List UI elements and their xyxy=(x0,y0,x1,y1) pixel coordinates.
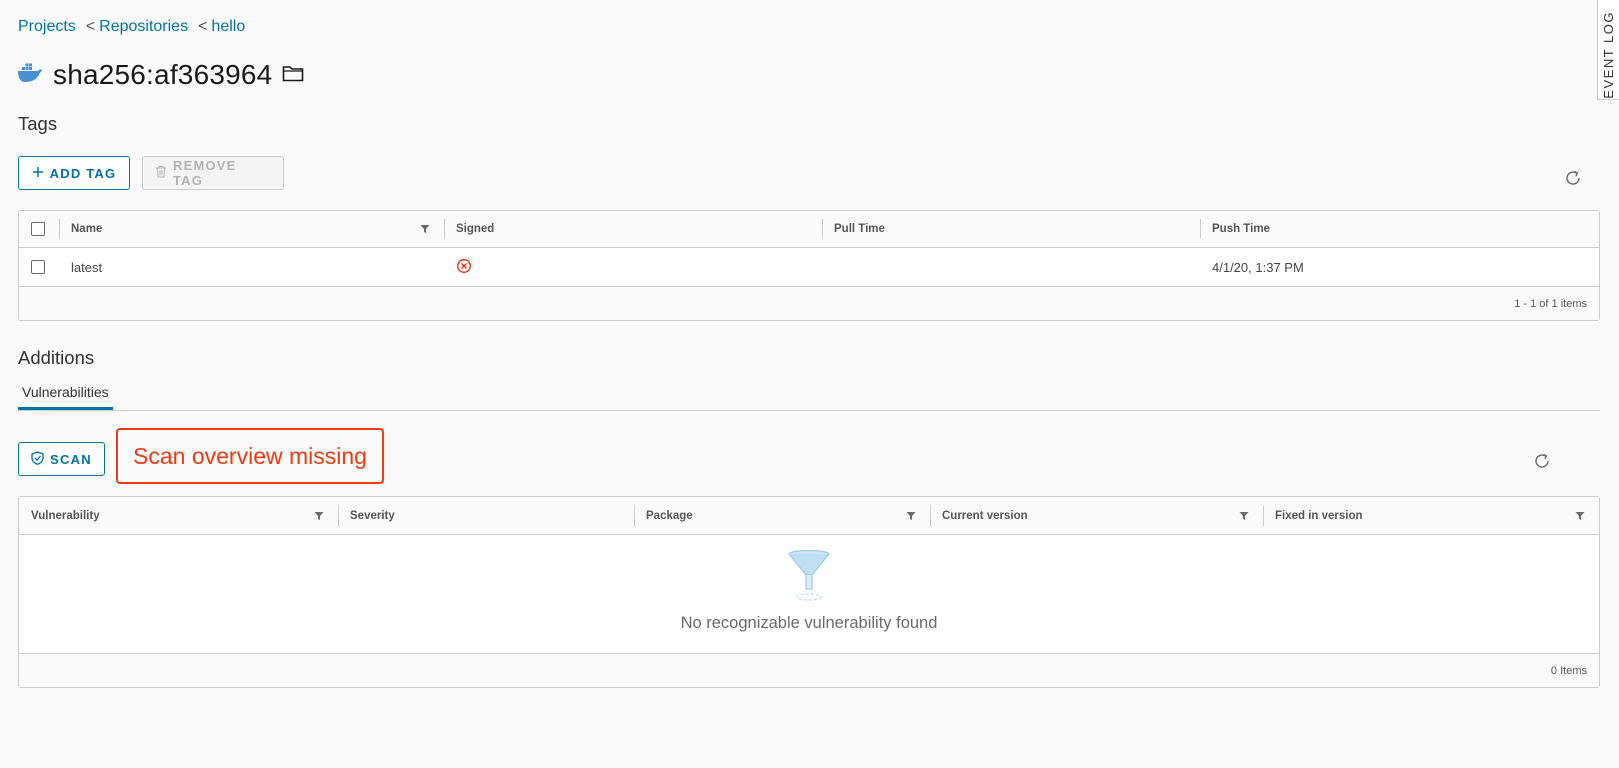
page-title: sha256:af363964 xyxy=(53,59,273,90)
row-select-cell xyxy=(19,248,59,286)
column-vulnerability[interactable]: Vulnerability xyxy=(19,497,338,534)
remove-tag-label: REMOVE TAG xyxy=(173,158,237,188)
breadcrumb-repositories-link[interactable]: Repositories xyxy=(99,18,188,36)
column-fixed-in-version-label: Fixed in version xyxy=(1275,509,1363,522)
scan-button[interactable]: SCAN xyxy=(18,442,105,476)
tag-name-cell: latest xyxy=(59,248,444,286)
breadcrumb-repo-link[interactable]: hello xyxy=(211,18,245,36)
tags-header-row: Name Signed Pull Time Push Time xyxy=(19,211,1599,248)
empty-funnel-icon xyxy=(786,549,832,608)
column-pull-time[interactable]: Pull Time xyxy=(822,211,1200,247)
tags-footer: 1 - 1 of 1 items xyxy=(19,287,1599,320)
tag-name: latest xyxy=(71,259,103,275)
additions-tabs: Vulnerabilities xyxy=(18,384,1600,411)
empty-placeholder: No recognizable vulnerability found xyxy=(19,535,1599,654)
folder-icon[interactable] xyxy=(282,64,304,87)
filter-icon[interactable] xyxy=(1239,511,1249,521)
column-package[interactable]: Package xyxy=(634,497,930,534)
filter-icon[interactable] xyxy=(1575,511,1585,521)
event-log-label: EVENT LOG xyxy=(1601,11,1616,99)
breadcrumb-separator: < xyxy=(198,18,208,35)
tags-heading: Tags xyxy=(18,113,58,134)
add-tag-label: ADD TAG xyxy=(49,165,117,181)
filter-icon[interactable] xyxy=(420,224,430,234)
tags-item-count: 1 - 1 of 1 items xyxy=(1514,297,1587,310)
signed-cell xyxy=(444,248,822,286)
plus-icon xyxy=(32,166,44,181)
artifact-header: sha256:af363964 xyxy=(17,59,304,91)
vulnerabilities-header-row: Vulnerability Severity Package Current v… xyxy=(19,497,1599,535)
vulnerabilities-item-count: 0 Items xyxy=(1550,664,1587,677)
filter-icon[interactable] xyxy=(906,511,916,521)
column-name-label: Name xyxy=(71,223,103,235)
event-log-tab[interactable]: EVENT LOG xyxy=(1597,0,1619,100)
not-signed-icon xyxy=(456,258,472,277)
column-current-version[interactable]: Current version xyxy=(930,497,1263,534)
column-severity[interactable]: Severity xyxy=(338,497,634,534)
column-severity-label: Severity xyxy=(350,509,395,522)
column-fixed-in-version[interactable]: Fixed in version xyxy=(1263,497,1599,534)
select-all-checkbox[interactable] xyxy=(31,222,45,236)
tab-vulnerabilities[interactable]: Vulnerabilities xyxy=(18,384,113,410)
shield-icon xyxy=(31,450,44,468)
column-signed[interactable]: Signed xyxy=(444,211,822,247)
column-push-time-label: Push Time xyxy=(1212,223,1270,235)
breadcrumb: Projects < Repositories < hello xyxy=(18,18,245,36)
refresh-tags-icon[interactable] xyxy=(1564,169,1582,187)
pull-time-cell xyxy=(822,248,1200,286)
vulnerabilities-footer: 0 Items xyxy=(19,654,1599,687)
breadcrumb-projects-link[interactable]: Projects xyxy=(18,18,76,36)
column-pull-time-label: Pull Time xyxy=(834,223,885,235)
tab-vulnerabilities-label: Vulnerabilities xyxy=(22,384,109,400)
row-checkbox[interactable] xyxy=(31,260,45,274)
add-tag-button[interactable]: ADD TAG xyxy=(18,156,130,190)
refresh-vulnerabilities-icon[interactable] xyxy=(1533,452,1551,470)
column-push-time[interactable]: Push Time xyxy=(1200,211,1599,247)
tags-datagrid: Name Signed Pull Time Push Time latest 4… xyxy=(18,210,1600,321)
table-row[interactable]: latest 4/1/20, 1:37 PM xyxy=(19,248,1599,287)
breadcrumb-separator: < xyxy=(85,18,96,35)
annotation-callout: Scan overview missing xyxy=(116,428,384,484)
column-package-label: Package xyxy=(646,509,693,522)
additions-heading: Additions xyxy=(18,347,95,368)
vulnerabilities-datagrid: Vulnerability Severity Package Current v… xyxy=(18,496,1600,688)
trash-icon xyxy=(155,165,167,181)
annotation-text: Scan overview missing xyxy=(133,442,367,469)
empty-message: No recognizable vulnerability found xyxy=(680,614,938,632)
column-name[interactable]: Name xyxy=(59,211,444,247)
push-time-cell: 4/1/20, 1:37 PM xyxy=(1200,248,1599,286)
docker-whale-icon xyxy=(17,63,43,88)
column-signed-label: Signed xyxy=(456,223,495,235)
remove-tag-button[interactable]: REMOVE TAG xyxy=(142,156,284,190)
select-all-cell xyxy=(19,211,59,247)
column-current-version-label: Current version xyxy=(942,509,1028,522)
scan-label: SCAN xyxy=(50,451,92,467)
column-vulnerability-label: Vulnerability xyxy=(31,509,100,522)
filter-icon[interactable] xyxy=(314,511,324,521)
push-time: 4/1/20, 1:37 PM xyxy=(1212,259,1304,275)
